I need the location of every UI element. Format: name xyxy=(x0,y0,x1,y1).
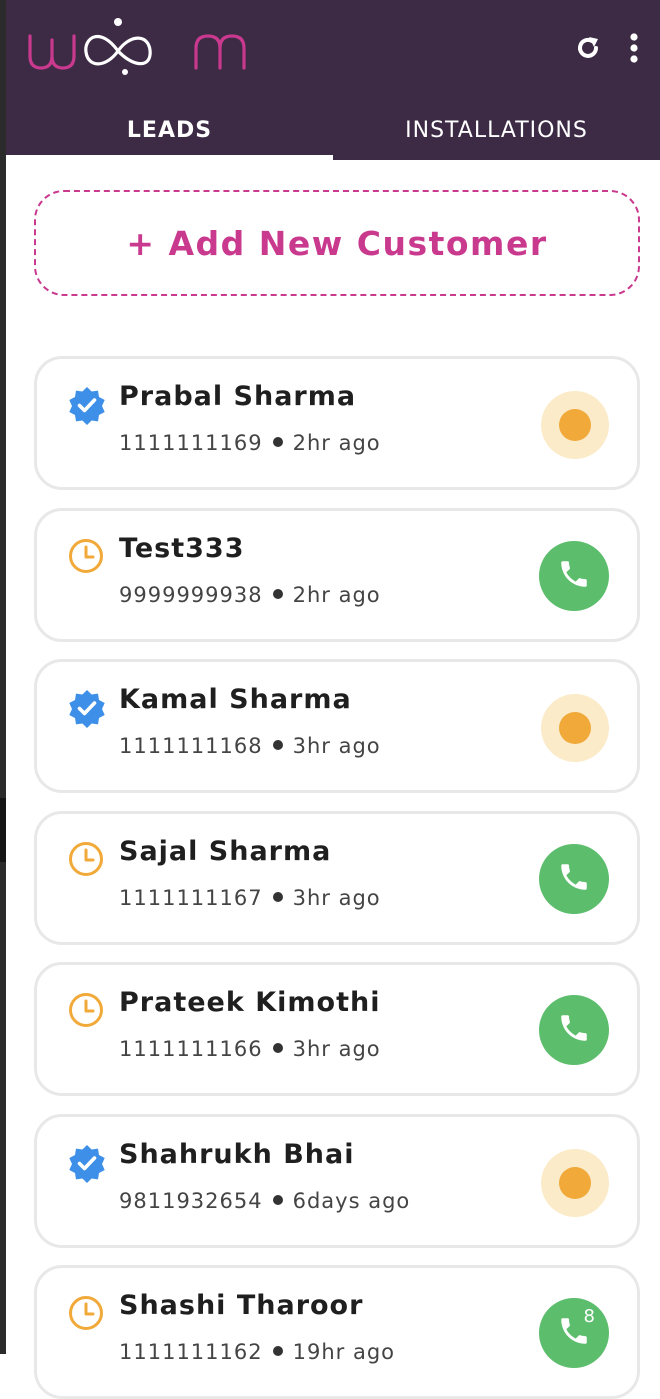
lead-name: Kamal Sharma xyxy=(119,684,352,715)
lead-phone: 1111111166 xyxy=(119,1037,263,1061)
lead-name: Sajal Sharma xyxy=(119,835,332,867)
lead-phone: 1111111169 xyxy=(119,431,263,455)
call-button[interactable] xyxy=(539,540,609,611)
lead-meta: 1111111168 3hr ago xyxy=(119,734,381,758)
lead-name: Prateek Kimothi xyxy=(119,987,381,1018)
lead-card[interactable]: Shahrukh Bhai 9811932654 6days ago xyxy=(34,1113,640,1248)
call-button[interactable] xyxy=(539,843,609,914)
add-new-customer-label: + Add New Customer xyxy=(126,223,548,263)
lead-phone: 1111111162 xyxy=(119,1340,263,1364)
separator-dot xyxy=(272,588,283,599)
tab-installations[interactable]: INSTALLATIONS xyxy=(333,100,660,160)
lead-phone: 9811932654 xyxy=(119,1188,263,1213)
separator-dot xyxy=(272,437,283,447)
pending-dot-icon xyxy=(559,1166,591,1199)
lead-meta: 1111111169 2hr ago xyxy=(119,431,381,455)
pending-status-indicator xyxy=(541,694,609,762)
lead-card[interactable]: Sajal Sharma 1111111167 3hr ago xyxy=(34,810,640,945)
woom-logo xyxy=(28,18,246,75)
refresh-icon xyxy=(578,37,598,58)
call-button[interactable] xyxy=(539,995,609,1065)
separator-dot xyxy=(272,1194,283,1205)
lead-time: 2hr ago xyxy=(292,431,381,455)
lead-card[interactable]: Kamal Sharma 1111111168 3hr ago xyxy=(34,659,640,793)
pending-dot-icon xyxy=(559,712,591,744)
lead-phone: 1111111168 xyxy=(119,734,263,758)
lead-name: Test333 xyxy=(119,532,245,564)
lead-meta: 1111111162 19hr ago xyxy=(119,1340,395,1364)
phone-icon xyxy=(557,860,591,898)
refresh-button[interactable] xyxy=(570,30,606,66)
lead-phone: 9999999938 xyxy=(119,582,263,607)
call-count-badge: 8 xyxy=(583,1306,595,1327)
lead-time: 19hr ago xyxy=(292,1340,395,1364)
tab-leads[interactable]: LEADS xyxy=(6,100,333,160)
lead-name: Prabal Sharma xyxy=(119,381,357,412)
pending-dot-icon xyxy=(559,409,591,441)
add-new-customer-button[interactable]: + Add New Customer xyxy=(34,190,640,296)
verified-badge-icon xyxy=(67,385,107,425)
lead-meta: 1111111167 3hr ago xyxy=(119,886,381,910)
app-bar: LEADS INSTALLATIONS xyxy=(6,0,660,160)
lead-meta: 1111111166 3hr ago xyxy=(119,1037,381,1061)
separator-dot xyxy=(272,740,283,750)
pending-status-indicator xyxy=(541,391,609,459)
separator-dot xyxy=(272,891,283,902)
separator-dot xyxy=(272,1346,283,1356)
lead-card[interactable]: Test333 9999999938 2hr ago xyxy=(34,507,640,642)
lead-name: Shashi Tharoor xyxy=(119,1290,364,1321)
lead-time: 6days ago xyxy=(292,1188,411,1213)
lead-phone: 1111111167 xyxy=(119,885,263,910)
phone-icon xyxy=(557,1011,591,1049)
clock-icon xyxy=(67,840,107,880)
clock-icon xyxy=(67,1294,107,1334)
tab-bar: LEADS INSTALLATIONS xyxy=(6,100,660,160)
verified-badge-icon xyxy=(67,1143,107,1183)
window-edge-handle xyxy=(0,798,6,862)
lead-card[interactable]: Prabal Sharma 1111111169 2hr ago xyxy=(34,356,640,490)
lead-time: 3hr ago xyxy=(292,885,381,910)
lead-time: 3hr ago xyxy=(292,734,381,758)
lead-meta: 9999999938 2hr ago xyxy=(119,583,381,607)
clock-icon xyxy=(67,991,107,1031)
separator-dot xyxy=(272,1043,283,1053)
clock-icon xyxy=(67,537,107,577)
verified-badge-icon xyxy=(67,688,107,728)
phone-icon xyxy=(557,557,591,595)
lead-time: 2hr ago xyxy=(292,582,381,607)
lead-meta: 9811932654 6days ago xyxy=(119,1189,410,1213)
lead-name: Shahrukh Bhai xyxy=(119,1138,355,1170)
more-menu-button[interactable] xyxy=(616,30,652,66)
lead-card[interactable]: Prateek Kimothi 1111111166 3hr ago xyxy=(34,962,640,1096)
window-edge xyxy=(0,0,6,1354)
lead-time: 3hr ago xyxy=(292,1037,381,1061)
pending-status-indicator xyxy=(541,1148,609,1217)
more-vertical-icon xyxy=(630,33,638,63)
lead-card[interactable]: Shashi Tharoor 1111111162 19hr ago 8 xyxy=(34,1265,640,1399)
call-button[interactable]: 8 xyxy=(539,1298,609,1368)
